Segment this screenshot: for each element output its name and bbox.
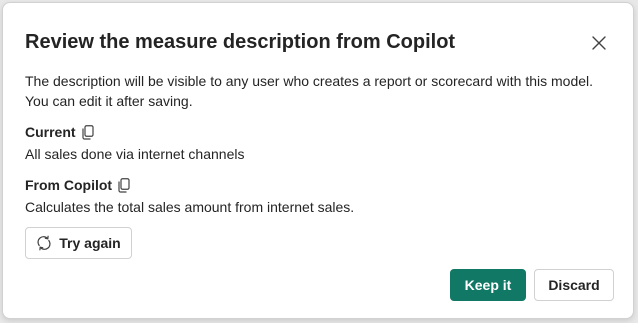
try-again-label: Try again [59, 235, 121, 251]
copilot-section-label: From Copilot [25, 177, 130, 193]
keep-it-button[interactable]: Keep it [450, 269, 526, 301]
copy-icon [81, 124, 94, 140]
current-description-text: All sales done via internet channels [25, 146, 245, 162]
close-button[interactable] [589, 33, 609, 53]
dialog-description: The description will be visible to any u… [25, 73, 594, 109]
copilot-label: From Copilot [25, 177, 113, 193]
close-icon [592, 36, 606, 50]
try-again-button[interactable]: Try again [25, 227, 132, 259]
current-label: Current [25, 124, 76, 140]
review-description-dialog: Review the measure description from Copi… [2, 2, 634, 319]
dialog-title: Review the measure description from Copi… [25, 31, 456, 53]
discard-button[interactable]: Discard [534, 269, 614, 301]
copy-icon [118, 177, 130, 193]
copy-current-button[interactable] [81, 124, 94, 140]
current-section-label: Current [25, 124, 94, 140]
copilot-description-text: Calculates the total sales amount from i… [25, 199, 355, 215]
copy-copilot-button[interactable] [118, 177, 130, 193]
refresh-icon [37, 235, 51, 251]
